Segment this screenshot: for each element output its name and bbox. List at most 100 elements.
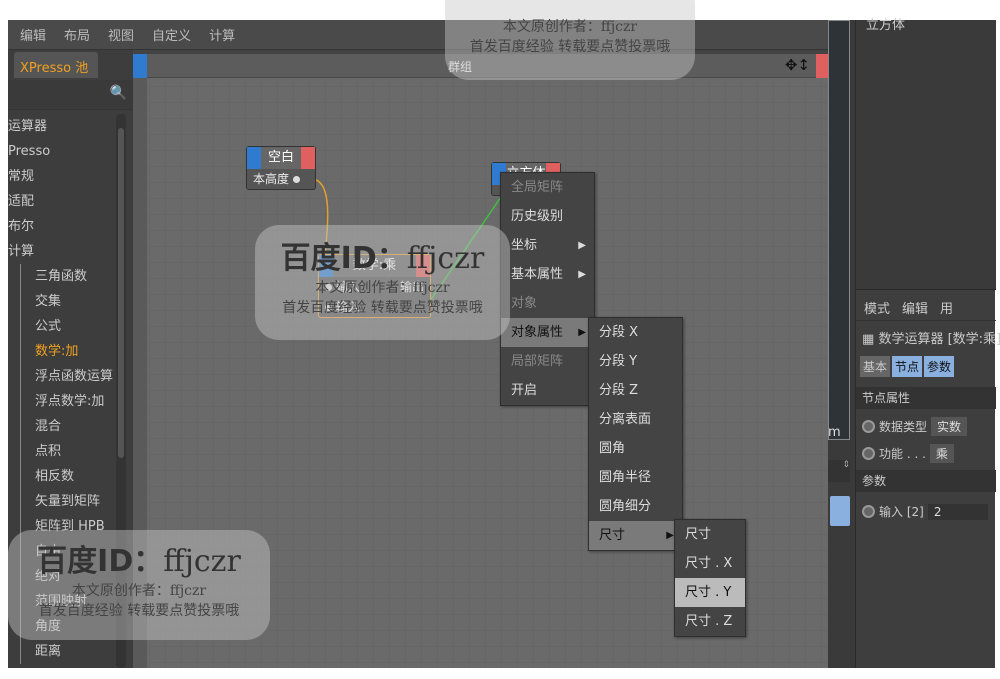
menu-item[interactable]: 圆角 (589, 434, 682, 463)
menu-item-label: 历史级别 (511, 209, 564, 224)
tree-item[interactable]: 点积 (20, 439, 118, 464)
tree-item[interactable]: 计算 (8, 239, 118, 264)
menu-item-label: 基本属性 (511, 267, 564, 282)
tree-item[interactable]: 公式 (20, 314, 118, 339)
anim-radio[interactable] (862, 420, 875, 433)
menu-item-label: 尺寸 . X (685, 556, 733, 571)
attr-tabs: 基本 节点 参数 (860, 356, 955, 377)
menu-edit-attr[interactable]: 编辑 (902, 298, 928, 317)
tree-item[interactable]: 浮点数学:加 (20, 389, 118, 414)
menu-item[interactable]: 基本属性 ▶ (501, 260, 594, 289)
menu-item-label: 圆角 (599, 441, 626, 456)
tree-item[interactable]: 运算器 (8, 114, 118, 139)
attr-title-text: 数学运算器 [数学:乘] (878, 332, 1000, 347)
search-row[interactable]: 🔍 (8, 80, 133, 110)
tab-basic[interactable]: 基本 (860, 356, 891, 377)
menu-calc[interactable]: 计算 (209, 25, 235, 44)
tree-item[interactable]: 矢量到矩阵 (20, 489, 118, 514)
cube-object[interactable]: 立方体 (866, 14, 905, 33)
tree-item[interactable]: 浮点函数运算 (20, 364, 118, 389)
menu-item[interactable]: 对象 (501, 289, 594, 318)
menu-user[interactable]: 用 (940, 298, 953, 317)
menu-item[interactable]: 尺寸 . Y (675, 578, 745, 607)
menu-item[interactable]: 历史级别 (501, 202, 594, 231)
tree-item[interactable]: 三角函数 (20, 264, 118, 289)
tree-item[interactable]: Presso (8, 139, 118, 164)
menu-item[interactable]: 分段 X (589, 318, 682, 347)
menu-layout[interactable]: 布局 (64, 25, 90, 44)
search-icon[interactable]: 🔍 (110, 85, 127, 101)
tree-item[interactable]: 适配 (8, 189, 118, 214)
calculator-icon: ▦ (862, 332, 875, 347)
datatype-select[interactable]: 实数 (931, 417, 968, 436)
menu-item[interactable]: 开启 (501, 376, 594, 405)
tab-params[interactable]: 参数 (924, 356, 955, 377)
port-dot[interactable] (292, 176, 300, 183)
unit-label: m (828, 425, 841, 440)
menu-view[interactable]: 视图 (108, 25, 134, 44)
input-row: 输入 [2] 2 (862, 503, 988, 520)
tree-item[interactable]: 相反数 (20, 464, 118, 489)
tree-item[interactable]: 混合 (20, 414, 118, 439)
anim-radio[interactable] (862, 505, 875, 518)
menubar: 编辑 布局 视图 自定义 计算 (8, 20, 828, 50)
menu-item-label: 分段 X (599, 325, 639, 340)
attr-toolbar: 模式 编辑 用 (856, 295, 996, 321)
datatype-row: 数据类型 实数 (862, 417, 968, 436)
menu-item-label: 分段 Z (599, 383, 639, 398)
menu-item-label: 开启 (511, 383, 538, 398)
anim-radio[interactable] (862, 447, 875, 460)
tree-item[interactable]: 距离 (20, 639, 118, 664)
tree-item[interactable]: 数学:加 (20, 339, 118, 364)
menu-item[interactable]: 尺寸 . X (675, 549, 745, 578)
menu-item-label: 尺寸 (599, 528, 626, 543)
menu-item[interactable]: 对象属性 ▶ (501, 318, 594, 347)
menu-item-label: 圆角半径 (599, 470, 652, 485)
menu-item-label: 全局矩阵 (511, 180, 564, 195)
watermark: 百度ID：ffjczr 本文原创作者：ffjczr 首发百度经验 转载要点赞投票哦 (8, 530, 270, 640)
submenu-object-properties: 分段 X 分段 Y 分段 Z 分离表面圆角圆角半径圆角细分尺寸 ▶ (588, 317, 683, 551)
menu-item[interactable]: 分段 Z (589, 376, 682, 405)
menu-item[interactable]: 分离表面 (589, 405, 682, 434)
menu-item[interactable]: 分段 Y (589, 347, 682, 376)
stepper[interactable]: ⇕ (828, 460, 850, 482)
function-select[interactable]: 乘 (929, 444, 954, 463)
menu-item[interactable]: 坐标 ▶ (501, 231, 594, 260)
tree-item[interactable]: 常规 (8, 164, 118, 189)
tree-item[interactable]: 布尔 (8, 214, 118, 239)
menu-item-label: 分离表面 (599, 412, 652, 427)
menu-item[interactable]: 尺寸 ▶ (589, 521, 682, 550)
menu-custom[interactable]: 自定义 (152, 25, 191, 44)
node-null[interactable]: 空白 本高度 (246, 146, 316, 190)
menu-item-label: 尺寸 (685, 527, 712, 542)
menu-item[interactable]: 局部矩阵 (501, 347, 594, 376)
submenu-arrow-icon: ▶ (578, 269, 586, 280)
menu-item[interactable]: 圆角半径 (589, 463, 682, 492)
section-node-props: 节点属性 (856, 387, 996, 409)
tab-node[interactable]: 节点 (892, 356, 923, 377)
object-manager: 立方体 (856, 18, 996, 290)
menu-item[interactable]: 尺寸 (675, 520, 745, 549)
menu-item-label: 圆角细分 (599, 499, 652, 514)
object-button[interactable] (830, 496, 850, 526)
menu-item-label: 尺寸 . Z (685, 614, 733, 629)
menu-mode[interactable]: 模式 (864, 298, 890, 317)
scrollbar-thumb[interactable] (118, 128, 124, 458)
menu-edit[interactable]: 编辑 (20, 25, 46, 44)
viewport[interactable] (828, 20, 850, 440)
input-field[interactable]: 2 (927, 503, 988, 520)
node-null-title: 空白 (267, 150, 294, 165)
port-height[interactable]: 本高度 (247, 169, 315, 189)
submenu-arrow-icon: ▶ (578, 240, 586, 251)
tree-item[interactable]: 交集 (20, 289, 118, 314)
menu-item[interactable]: 全局矩阵 (501, 173, 594, 202)
section-params: 参数 (856, 470, 996, 492)
menu-item-label: 尺寸 . Y (685, 585, 732, 600)
menu-item[interactable]: 圆角细分 (589, 492, 682, 521)
datatype-label: 数据类型 (879, 420, 928, 434)
menu-item[interactable]: 尺寸 . Z (675, 607, 745, 636)
tab-xpresso-pool[interactable]: XPresso 池 (14, 52, 98, 78)
watermark: 百度ID：ffjczr 本文原创作者：ffjczr 首发百度经验 转载要点赞投票哦 (255, 225, 510, 340)
attributes-panel: 立方体 模式 编辑 用 ▦ 数学运算器 [数学:乘] 基本 节点 参数 节点属性… (855, 18, 1000, 668)
viewport-strip: m ⇕ (828, 20, 855, 668)
